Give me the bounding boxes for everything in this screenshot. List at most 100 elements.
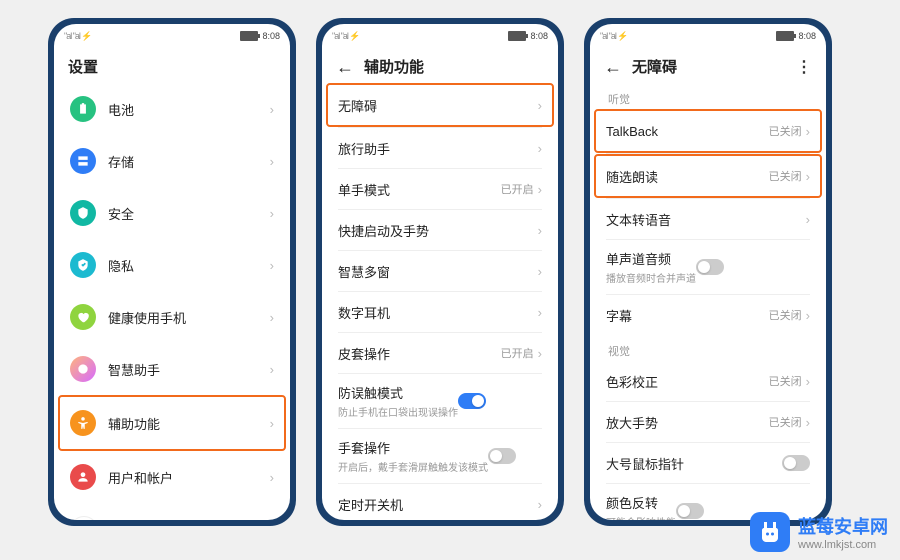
settings-item-电池[interactable]: 电池 › [60,83,284,135]
chevron-right-icon: › [270,310,274,325]
toggle-switch[interactable] [676,503,704,519]
chevron-right-icon: › [270,416,274,431]
settings-item-Google[interactable]: Google › [60,503,284,520]
row-大号鼠标指针[interactable]: 大号鼠标指针 [596,443,820,483]
row-sub: 防止手机在口袋出现误操作 [338,404,458,419]
row-放大手势[interactable]: 放大手势已关闭 › [596,402,820,442]
row-皮套操作[interactable]: 皮套操作已开启› [328,333,552,373]
chevron-right-icon: › [538,223,542,238]
row-TalkBack[interactable]: TalkBack已关闭 › [594,109,822,153]
row-单手模式[interactable]: 单手模式已开启› [328,169,552,209]
site-logo-icon [750,512,790,552]
statusbar: "al "al ⚡ 8:08 [322,24,558,48]
row-label: 颜色反转 [606,493,676,512]
settings-item-隐私[interactable]: 隐私 › [60,239,284,291]
row-label: 旅行助手 [338,139,538,158]
row-防误触模式[interactable]: 防误触模式防止手机在口袋出现误操作 [328,374,552,428]
辅助功能-icon [70,410,96,436]
row-随选朗读[interactable]: 随选朗读已关闭 › [594,154,822,198]
settings-item-存储[interactable]: 存储 › [60,135,284,187]
item-label: 存储 [108,152,270,171]
row-label: 文本转语音 [606,210,806,229]
more-icon[interactable]: ⋮ [796,57,812,77]
row-label: 快捷启动及手势 [338,221,538,240]
settings-item-健康使用手机[interactable]: 健康使用手机 › [60,291,284,343]
row-value: 已开启 [501,345,534,361]
row-label: 手套操作 [338,438,488,457]
section-label: 视觉 [596,335,820,361]
phone-barrier-free: "al "al ⚡ 8:08 ← 无障碍 ⋮ 听觉TalkBack已关闭›随选朗… [584,18,832,526]
settings-item-智慧助手[interactable]: 智慧助手 › [60,343,284,395]
row-单声道音频[interactable]: 单声道音频播放音频时合并声道 [596,240,820,294]
item-label: 健康使用手机 [108,308,270,327]
item-label: 电池 [108,100,270,119]
chevron-right-icon: › [806,415,810,430]
phone-accessibility: "al "al ⚡ 8:08 ← 辅助功能 无障碍›旅行助手›单手模式已开启›快… [316,18,564,526]
chevron-right-icon: › [538,141,542,156]
chevron-right-icon: › [538,182,542,197]
row-无障碍[interactable]: 无障碍› [326,83,554,127]
row-sub: 播放音频时合并声道 [606,270,696,285]
row-字幕[interactable]: 字幕已关闭 › [596,295,820,335]
item-label: 安全 [108,204,270,223]
智慧助手-icon [70,356,96,382]
chevron-right-icon: › [270,258,274,273]
chevron-right-icon: › [806,169,810,184]
chevron-right-icon: › [806,212,810,227]
row-label: 放大手势 [606,413,769,432]
back-icon[interactable]: ← [336,58,354,76]
row-文本转语音[interactable]: 文本转语音› [596,199,820,239]
row-value: 已开启 [501,181,534,197]
row-label: TalkBack [606,124,769,139]
page-title: 辅助功能 [364,56,424,77]
row-旅行助手[interactable]: 旅行助手› [328,128,552,168]
row-智慧多窗[interactable]: 智慧多窗› [328,251,552,291]
chevron-right-icon: › [806,374,810,389]
toggle-switch[interactable] [782,455,810,471]
chevron-right-icon: › [538,264,542,279]
site-badge: 蓝莓安卓网 www.lmkjst.com [750,512,888,552]
row-数字耳机[interactable]: 数字耳机› [328,292,552,332]
chevron-right-icon: › [270,362,274,377]
row-色彩校正[interactable]: 色彩校正已关闭 › [596,361,820,401]
row-label: 无障碍 [338,96,538,115]
row-label: 色彩校正 [606,372,769,391]
chevron-right-icon: › [806,308,810,323]
row-label: 定时开关机 [338,495,538,514]
row-value: 已关闭 [769,168,802,184]
电池-icon [70,96,96,122]
chevron-right-icon: › [270,470,274,485]
toggle-switch[interactable] [696,259,724,275]
row-手套操作[interactable]: 手套操作开启后，戴手套滑屏触触发该模式 [328,429,552,483]
row-label: 大号鼠标指针 [606,454,782,473]
row-label: 防误触模式 [338,383,458,402]
chevron-right-icon: › [806,124,810,139]
row-label: 智慧多窗 [338,262,538,281]
settings-item-辅助功能[interactable]: 辅助功能 › [58,395,286,451]
Google-icon [70,516,98,520]
用户和帐户-icon [70,464,96,490]
row-label: 随选朗读 [606,167,769,186]
settings-item-安全[interactable]: 安全 › [60,187,284,239]
row-value: 已关闭 [769,414,802,430]
row-value: 已关闭 [769,373,802,389]
toggle-switch[interactable] [458,393,486,409]
row-value: 已关闭 [769,123,802,139]
item-label: 隐私 [108,256,270,275]
item-label: 用户和帐户 [108,468,270,487]
chevron-right-icon: › [538,497,542,512]
row-定时开关机[interactable]: 定时开关机› [328,484,552,520]
row-label: 单声道音频 [606,249,696,268]
back-icon[interactable]: ← [604,58,622,76]
toggle-switch[interactable] [488,448,516,464]
settings-item-用户和帐户[interactable]: 用户和帐户 › [60,451,284,503]
row-label: 字幕 [606,306,769,325]
row-value: 已关闭 [769,307,802,323]
chevron-right-icon: › [538,305,542,320]
row-快捷启动及手势[interactable]: 快捷启动及手势› [328,210,552,250]
chevron-right-icon: › [270,102,274,117]
site-name: 蓝莓安卓网 [798,513,888,539]
item-label: 智慧助手 [108,360,270,379]
chevron-right-icon: › [270,206,274,221]
page-title: 无障碍 [632,56,677,77]
